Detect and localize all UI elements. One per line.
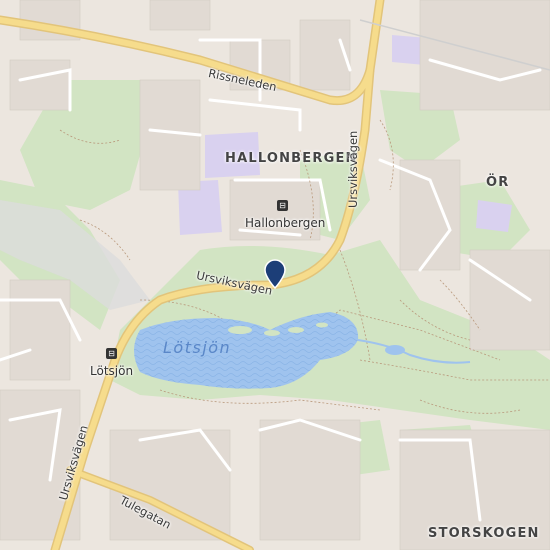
area-label-hallonbergen: HALLONBERGEN xyxy=(225,151,358,166)
map-canvas[interactable]: HALLONBERGEN STORSKOGEN ÖR Lötsjön Rissn… xyxy=(0,0,550,550)
road-label-ursviksvagen-north: Ursviksvägen xyxy=(346,130,360,208)
metro-station-icon[interactable]: ⊟ xyxy=(277,200,288,211)
station-label-lotsjon[interactable]: Lötsjön xyxy=(90,364,133,378)
metro-station-icon[interactable]: ⊟ xyxy=(106,348,117,359)
station-label-hallonbergen[interactable]: Hallonbergen xyxy=(245,216,325,230)
lake-label: Lötsjön xyxy=(163,338,232,357)
area-label-or: ÖR xyxy=(486,175,510,190)
area-label-storskogen: STORSKOGEN xyxy=(428,526,540,541)
